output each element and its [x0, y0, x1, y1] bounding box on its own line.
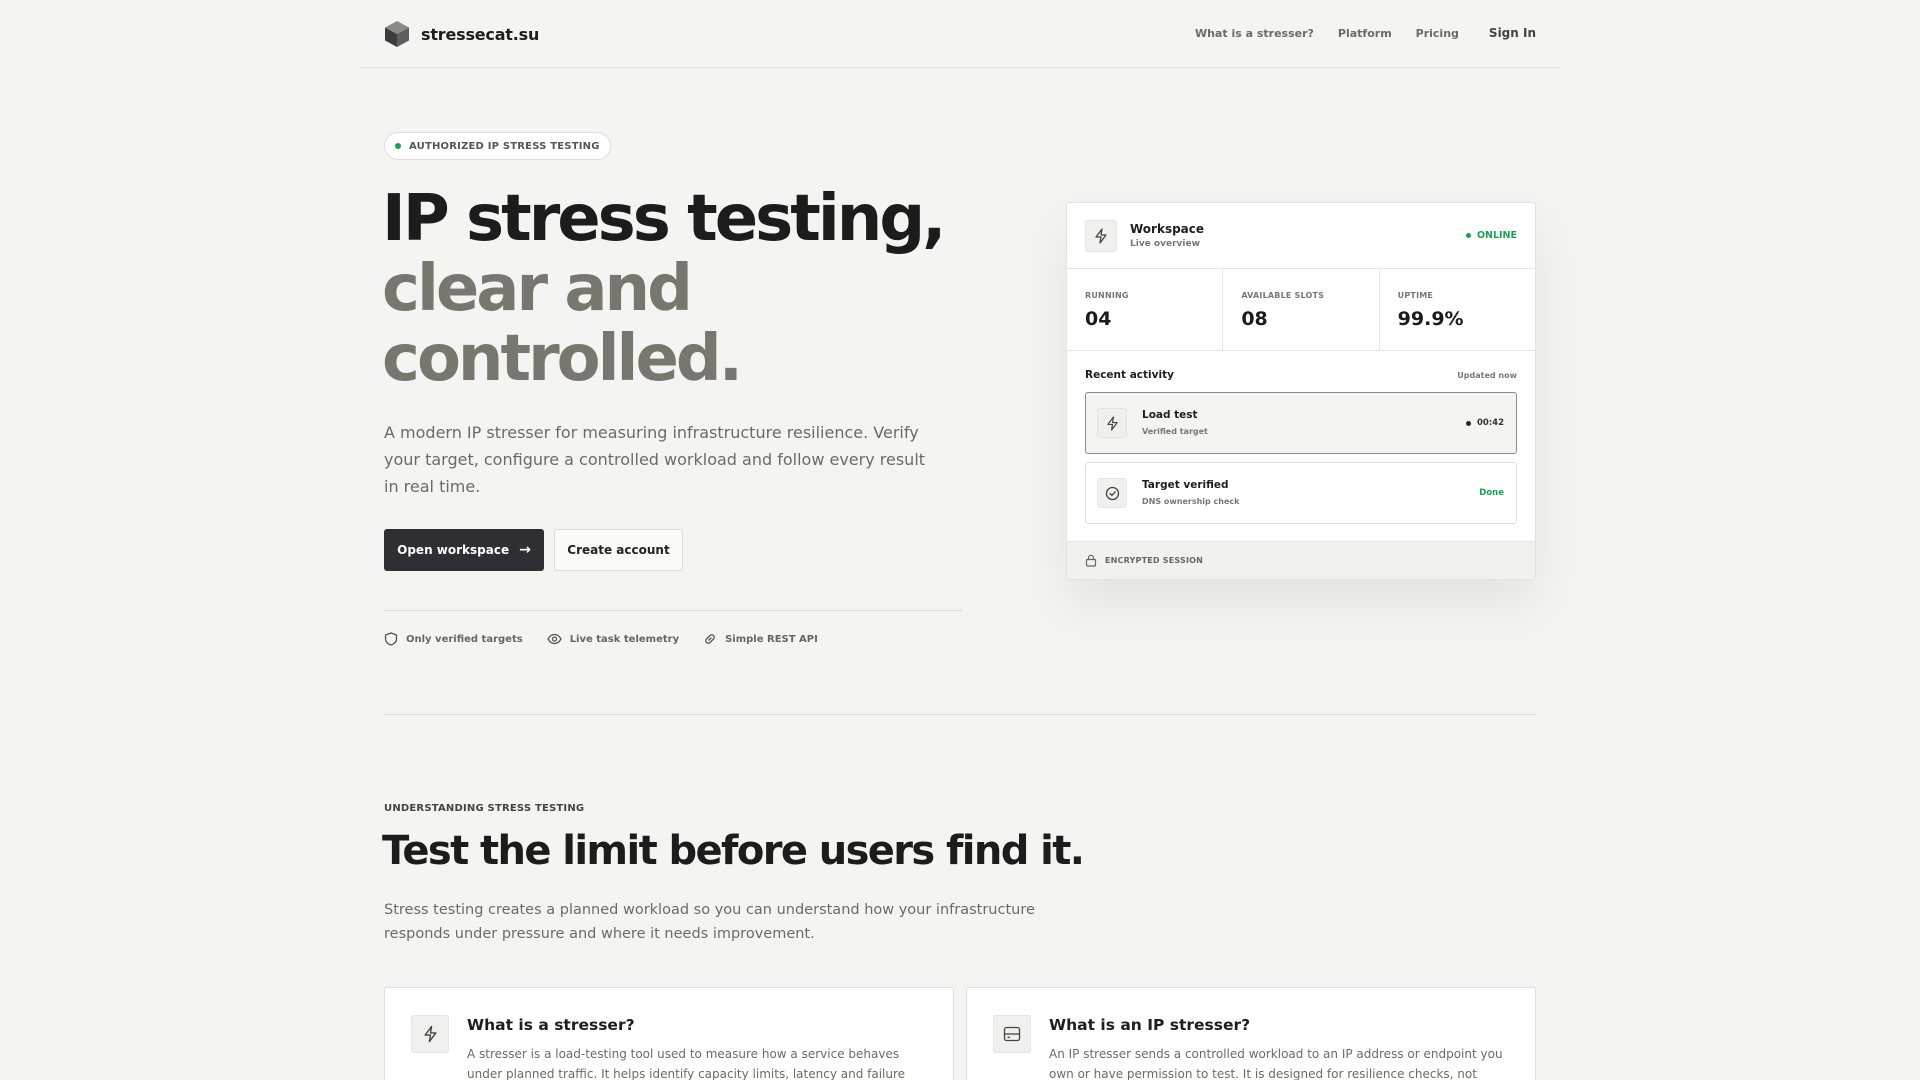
online-label: ONLINE: [1476, 230, 1517, 241]
nav-links: What is a stresser? Platform Pricing Sig…: [1171, 26, 1536, 40]
bolt-icon: [1106, 415, 1118, 431]
create-account-label: Create account: [567, 543, 670, 557]
bolt-icon: [1095, 228, 1107, 244]
link-icon: [705, 634, 715, 644]
eye-icon: [546, 633, 562, 645]
stat-value: 04: [1085, 308, 1112, 330]
info-card-body: A stresser is a load-testing tool used t…: [467, 1047, 906, 1080]
feature-live-telemetry: Live task telemetry: [546, 632, 680, 646]
activity-title: Load test: [1142, 409, 1198, 421]
stat-label: RUNNING: [1085, 291, 1129, 300]
hero-divider: [384, 610, 962, 611]
workspace-subtitle: Live overview: [1130, 239, 1200, 249]
online-status: ONLINE: [1465, 230, 1517, 241]
feature-list: Only verified targets Live task telemetr…: [384, 632, 842, 646]
info-card-body: An IP stresser sends a controlled worklo…: [1049, 1047, 1503, 1080]
recent-activity-title: Recent activity: [1085, 369, 1174, 381]
sign-in-link[interactable]: Sign In: [1489, 26, 1536, 40]
section-lead: Stress testing creates a planned workloa…: [384, 902, 1035, 942]
feature-label: Only verified targets: [406, 633, 523, 645]
feature-label: Live task telemetry: [569, 633, 680, 645]
hero-title: IP stress testing, clear and controlled.: [382, 184, 1002, 394]
activity-item-target-verified[interactable]: Target verified DNS ownership check Done: [1085, 462, 1517, 524]
encrypted-session-label: ENCRYPTED SESSION: [1105, 556, 1204, 565]
info-icon-box: [411, 1015, 449, 1053]
open-workspace-button[interactable]: Open workspace →: [384, 529, 544, 571]
card-footer: ENCRYPTED SESSION: [1067, 541, 1535, 579]
info-card-title: What is an IP stresser?: [1049, 1016, 1251, 1034]
stat-available-slots: AVAILABLE SLOTS 08: [1223, 269, 1380, 350]
stat-running: RUNNING 04: [1067, 269, 1224, 350]
info-card-what-is-ip-stresser[interactable]: What is an IP stresser? An IP stresser s…: [966, 987, 1536, 1080]
bolt-icon: [423, 1025, 437, 1043]
lock-icon: [1085, 554, 1097, 567]
stat-uptime: UPTIME 99.9%: [1380, 269, 1535, 350]
server-icon: [1003, 1026, 1021, 1042]
stat-label: AVAILABLE SLOTS: [1241, 291, 1325, 300]
hero-title-line-3: controlled.: [382, 322, 743, 396]
nav-link-pricing[interactable]: Pricing: [1416, 27, 1459, 40]
hero-title-line-2: clear and: [382, 252, 693, 326]
activity-item-load-test[interactable]: Load test Verified target 00:42: [1085, 392, 1517, 454]
activity-icon-box: [1097, 478, 1127, 508]
workspace-icon-box: [1085, 220, 1117, 252]
feature-rest-api: Simple REST API: [703, 632, 818, 646]
nav-link-platform[interactable]: Platform: [1338, 27, 1392, 40]
activity-subtitle: DNS ownership check: [1142, 497, 1240, 506]
activity-done-status: Done: [1479, 488, 1504, 498]
activity-timer: 00:42: [1465, 418, 1504, 428]
top-nav: stressecat.su What is a stresser? Platfo…: [360, 0, 1560, 68]
activity-icon-box: [1097, 408, 1127, 438]
info-card-title: What is a stresser?: [467, 1016, 635, 1034]
arrow-right-icon: →: [519, 542, 531, 558]
hero-lead: A modern IP stresser for measuring infra…: [384, 423, 926, 496]
hero-badge-label: AUTHORIZED IP STRESS TESTING: [409, 140, 600, 152]
stat-value: 99.9%: [1397, 308, 1464, 330]
cube-logo-icon: [385, 21, 409, 47]
activity-timer-value: 00:42: [1476, 418, 1504, 428]
stat-value: 08: [1241, 308, 1268, 330]
recent-updated-label: Updated now: [1457, 371, 1517, 380]
stat-label: UPTIME: [1397, 291, 1434, 300]
brand[interactable]: stressecat.su: [384, 20, 539, 48]
workspace-preview-card: Workspace Live overview ONLINE RUNNING 0…: [1066, 202, 1536, 580]
workspace-title: Workspace: [1130, 222, 1205, 236]
open-workspace-label: Open workspace: [397, 543, 510, 557]
activity-title: Target verified: [1142, 479, 1229, 491]
hero-title-line-1: IP stress testing,: [382, 182, 946, 256]
hero-badge: AUTHORIZED IP STRESS TESTING: [384, 132, 611, 160]
brand-name: stressecat.su: [421, 24, 540, 44]
stats-row: RUNNING 04 AVAILABLE SLOTS 08 UPTIME 99.…: [1067, 269, 1535, 351]
info-icon-box: [993, 1015, 1031, 1053]
section-title: Test the limit before users find it.: [382, 828, 1085, 874]
section-divider: [384, 714, 1536, 715]
section-eyebrow: UNDERSTANDING STRESS TESTING: [384, 803, 585, 814]
running-dot-icon: [1465, 420, 1471, 426]
card-header: Workspace Live overview ONLINE: [1067, 203, 1535, 269]
nav-link-what-is-stresser[interactable]: What is a stresser?: [1195, 27, 1314, 40]
check-circle-icon: [1105, 486, 1119, 500]
activity-subtitle: Verified target: [1142, 427, 1208, 436]
info-card-what-is-stresser[interactable]: What is a stresser? A stresser is a load…: [384, 987, 954, 1080]
status-dot-icon: [395, 143, 401, 149]
feature-verified-targets: Only verified targets: [384, 632, 523, 646]
online-dot-icon: [1465, 233, 1471, 238]
shield-icon: [384, 632, 398, 646]
create-account-button[interactable]: Create account: [554, 529, 683, 571]
feature-label: Simple REST API: [725, 633, 818, 645]
